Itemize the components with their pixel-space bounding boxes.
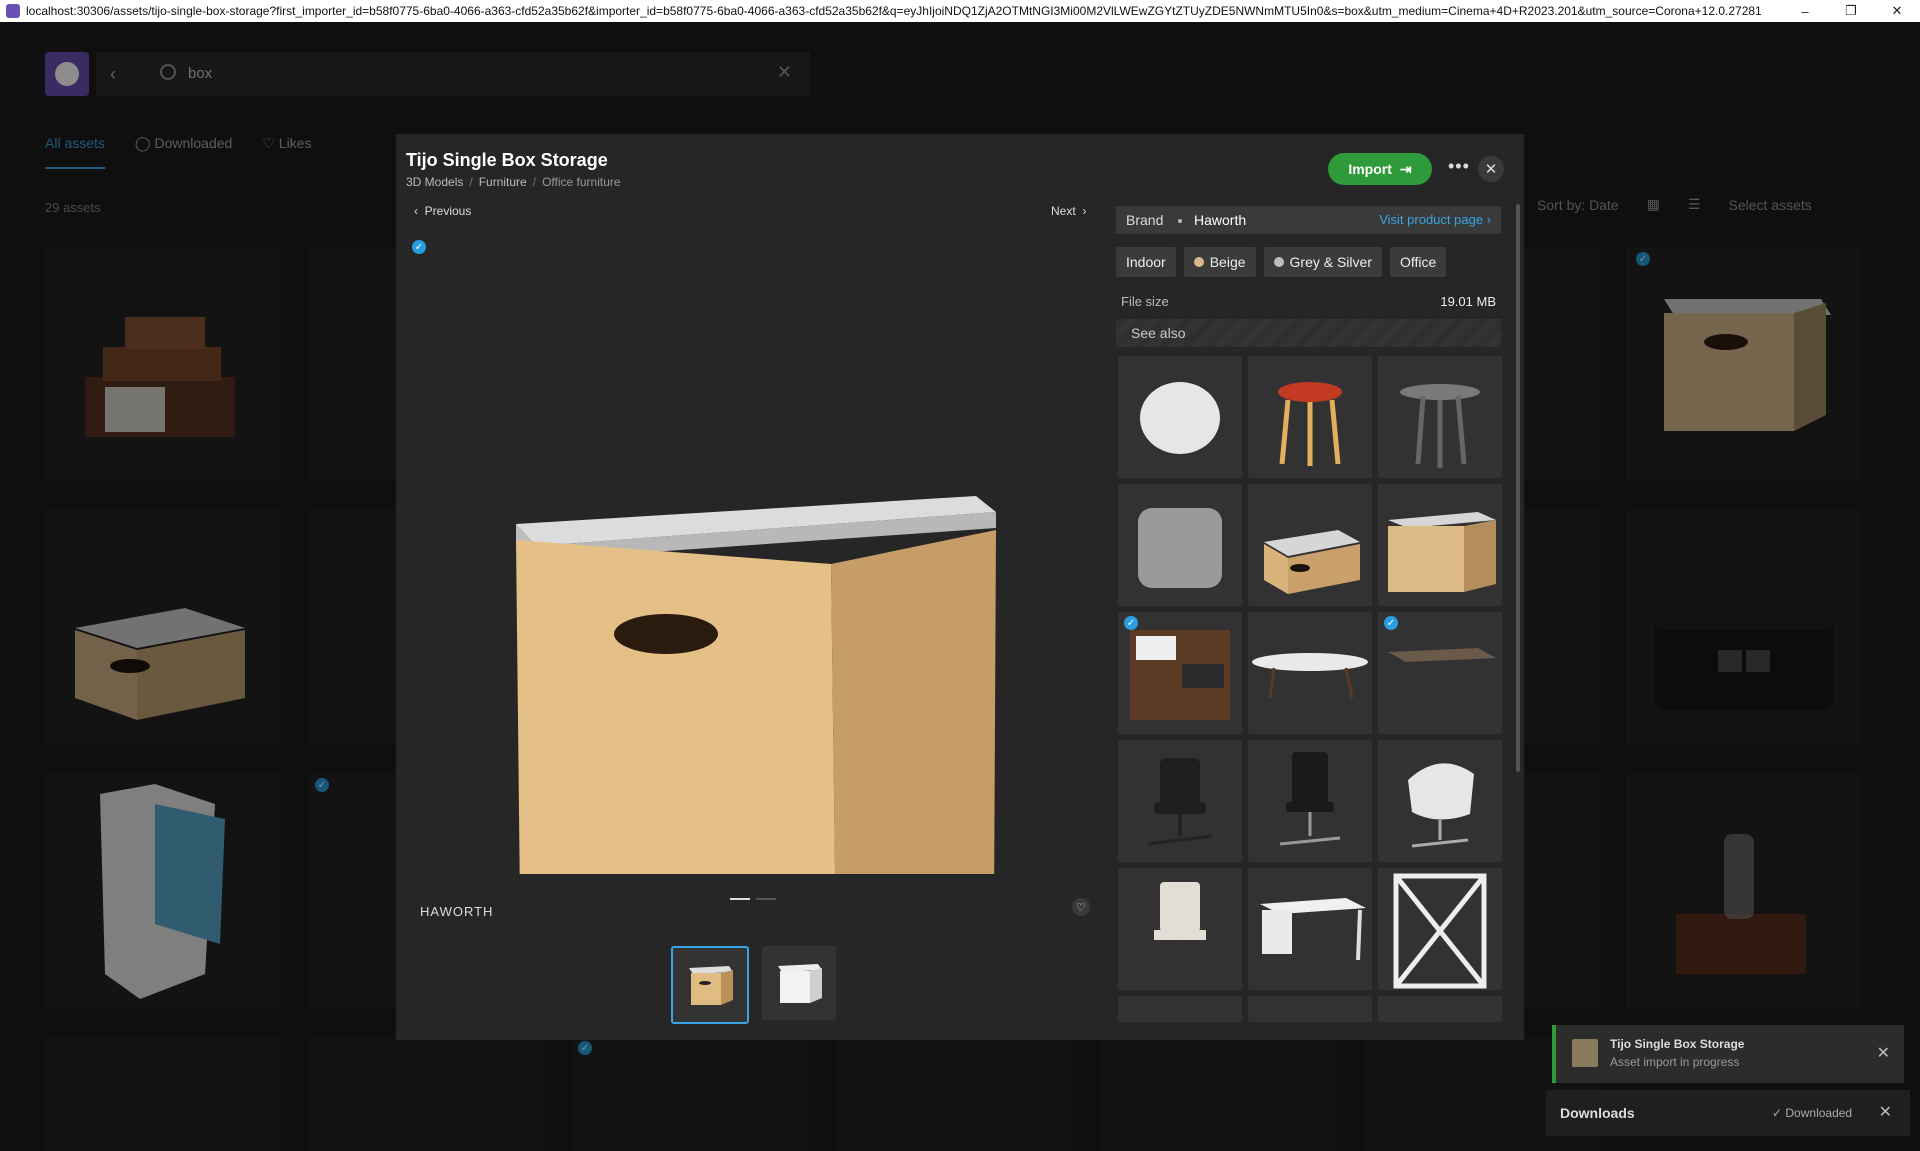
previous-button[interactable]: ‹ Previous xyxy=(414,204,471,218)
downloads-panel: Downloads ✓ Downloaded ✕ xyxy=(1546,1090,1910,1136)
maximize-button[interactable]: ❐ xyxy=(1828,0,1874,22)
details-scrollbar[interactable] xyxy=(1516,204,1520,772)
window-close-button[interactable]: ✕ xyxy=(1874,0,1920,22)
tag-grey-silver[interactable]: Grey & Silver xyxy=(1263,247,1382,277)
downloads-status: ✓ Downloaded xyxy=(1772,1106,1853,1120)
tag-label: Beige xyxy=(1209,254,1246,270)
image-pager xyxy=(730,898,776,900)
next-button[interactable]: Next › xyxy=(1051,204,1086,218)
brand-wordmark: HAWORTH xyxy=(420,904,494,919)
related-asset-tile[interactable] xyxy=(1248,996,1372,1022)
office-chair-thumbnail xyxy=(1147,882,1213,978)
asset-detail-modal: Tijo Single Box Storage 3D Models / Furn… xyxy=(396,134,1524,1040)
lounge-chair-thumbnail xyxy=(1408,763,1474,848)
minimize-button[interactable]: – xyxy=(1782,0,1828,22)
more-options-button[interactable]: ••• xyxy=(1448,156,1470,177)
next-label: Next xyxy=(1051,204,1076,218)
related-asset-tile[interactable] xyxy=(1248,612,1372,734)
brand-value[interactable]: Haworth xyxy=(1194,212,1246,228)
see-also-label: See also xyxy=(1131,325,1186,341)
pager-dot[interactable] xyxy=(730,898,750,900)
related-asset-tile[interactable] xyxy=(1378,868,1502,990)
shelf-thumbnail xyxy=(1393,873,1487,989)
asset-title: Tijo Single Box Storage xyxy=(406,150,608,170)
box-storage-thumbnail xyxy=(1388,512,1496,592)
related-asset-tile[interactable] xyxy=(1118,996,1242,1022)
import-label: Import xyxy=(1348,161,1392,177)
tag-label: Office xyxy=(1399,254,1437,270)
brand-row: Brand Haworth Visit product page › xyxy=(1116,206,1501,234)
color-swatch-icon xyxy=(1273,257,1284,267)
breadcrumb-item[interactable]: 3D Models xyxy=(406,175,463,189)
downloaded-check-icon: ✓ xyxy=(1384,616,1398,630)
related-asset-tile[interactable] xyxy=(1118,484,1242,606)
related-asset-tile[interactable] xyxy=(1248,740,1372,862)
tag-label: Indoor xyxy=(1126,254,1166,270)
separator-dot xyxy=(1178,219,1182,223)
import-button[interactable]: Import ⇥ xyxy=(1328,153,1432,185)
box-storage-thumbnail xyxy=(1264,530,1360,594)
toast-status: Asset import in progress xyxy=(1610,1055,1740,1069)
downloads-close-icon[interactable]: ✕ xyxy=(1879,1102,1892,1122)
tag-office[interactable]: Office xyxy=(1389,247,1447,277)
coffee-table-thumbnail xyxy=(1252,653,1368,699)
breadcrumb-separator: / xyxy=(469,175,473,189)
toast-title: Tijo Single Box Storage xyxy=(1610,1037,1745,1051)
downloads-title: Downloads xyxy=(1560,1105,1635,1121)
see-also-header: See also xyxy=(1116,319,1501,347)
breadcrumb-item[interactable]: Furniture xyxy=(479,175,527,189)
toast-close-icon[interactable]: ✕ xyxy=(1877,1043,1890,1063)
modal-close-button[interactable]: ✕ xyxy=(1478,156,1504,182)
preview-thumbnail[interactable] xyxy=(762,946,836,1020)
url-text: localhost:30306/assets/tijo-single-box-s… xyxy=(26,4,1762,18)
related-asset-tile[interactable] xyxy=(1118,356,1242,478)
visit-product-link[interactable]: Visit product page › xyxy=(1379,212,1491,227)
side-table-thumbnail xyxy=(1400,384,1480,468)
preview-thumbnail[interactable] xyxy=(671,946,749,1024)
import-toast: Tijo Single Box Storage Asset import in … xyxy=(1552,1025,1904,1083)
file-size-row: File size 19.01 MB xyxy=(1121,294,1496,309)
stool-thumbnail xyxy=(1278,382,1342,466)
desk-thumbnail xyxy=(1260,898,1366,961)
thumbnail-image xyxy=(689,966,733,1005)
import-icon: ⇥ xyxy=(1399,160,1412,177)
pager-dot[interactable] xyxy=(756,898,776,900)
related-asset-tile[interactable] xyxy=(1378,356,1502,478)
related-asset-tile[interactable] xyxy=(1248,484,1372,606)
tag-indoor[interactable]: Indoor xyxy=(1116,247,1176,277)
related-asset-tile[interactable]: ✓ xyxy=(1118,612,1242,734)
desk-thumbnail xyxy=(1388,648,1496,704)
office-chair-thumbnail xyxy=(1279,752,1341,846)
file-size-value: 19.01 MB xyxy=(1440,294,1496,309)
office-chair-thumbnail xyxy=(1147,758,1213,846)
related-asset-tile[interactable] xyxy=(1378,996,1502,1022)
tag-beige[interactable]: Beige xyxy=(1183,247,1256,277)
breadcrumb-separator: / xyxy=(532,175,537,189)
breadcrumb-item[interactable]: Office furniture xyxy=(542,175,620,189)
related-asset-tile[interactable] xyxy=(1118,740,1242,862)
asset-preview[interactable] xyxy=(406,234,1102,874)
color-swatch-icon xyxy=(1193,257,1204,267)
thumbnail-image xyxy=(778,964,822,1003)
related-asset-tile[interactable] xyxy=(1378,740,1502,862)
app-icon xyxy=(6,4,20,18)
file-size-label: File size xyxy=(1121,294,1169,309)
tag-label: Grey & Silver xyxy=(1289,254,1372,270)
related-asset-tile[interactable] xyxy=(1378,484,1502,606)
bookshelf-thumbnail xyxy=(1130,630,1230,720)
related-asset-tile[interactable] xyxy=(1118,868,1242,990)
previous-label: Previous xyxy=(424,204,472,218)
pouf-thumbnail xyxy=(1138,508,1222,588)
tag-list: Indoor Beige Grey & Silver Office xyxy=(1116,247,1447,277)
vase-thumbnail xyxy=(1140,382,1220,454)
toast-asset-thumbnail xyxy=(1572,1039,1598,1067)
related-asset-tile[interactable]: ✓ xyxy=(1378,612,1502,734)
window-titlebar: localhost:30306/assets/tijo-single-box-s… xyxy=(0,0,1920,22)
downloaded-check-icon: ✓ xyxy=(1124,616,1138,630)
like-button[interactable]: ♡ xyxy=(1072,898,1090,916)
related-asset-tile[interactable] xyxy=(1248,868,1372,990)
breadcrumb: 3D Models / Furniture / Office furniture xyxy=(406,175,621,189)
related-asset-tile[interactable] xyxy=(1248,356,1372,478)
brand-label: Brand xyxy=(1126,212,1164,228)
